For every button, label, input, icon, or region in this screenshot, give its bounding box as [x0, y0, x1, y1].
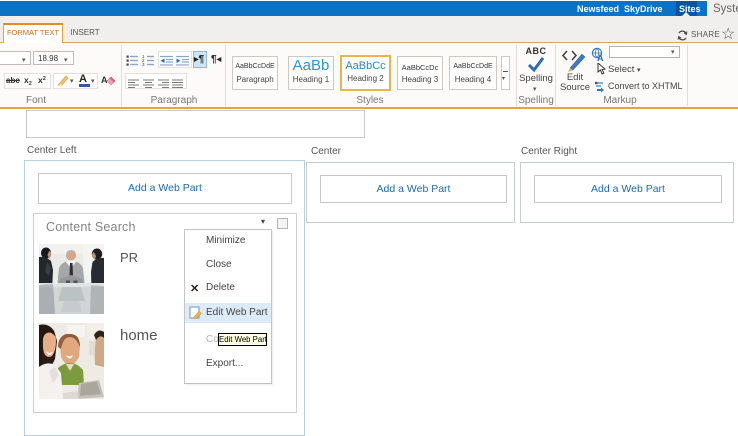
svg-text:A: A — [101, 75, 108, 85]
svg-text:A: A — [597, 53, 604, 61]
svg-text:3: 3 — [142, 62, 145, 67]
